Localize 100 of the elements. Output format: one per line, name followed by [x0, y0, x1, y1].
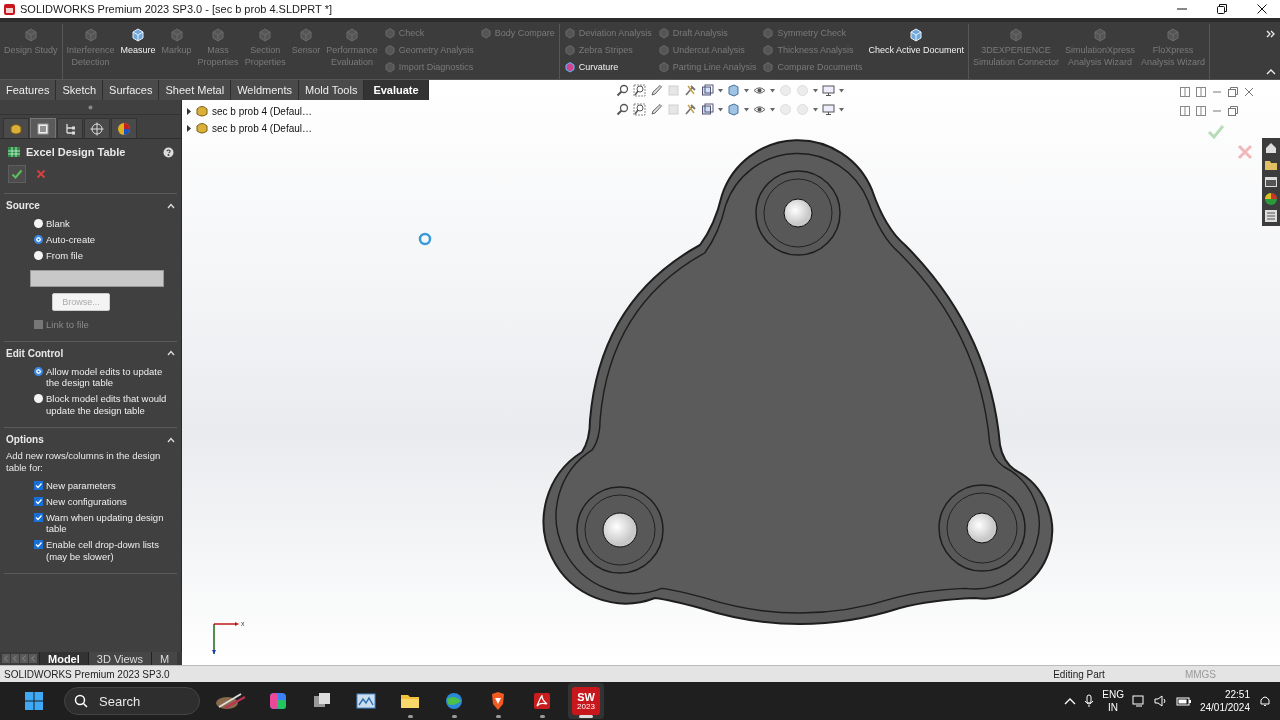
- ribbon-button[interactable]: Check Active Document: [865, 24, 967, 79]
- cube-icon: [762, 60, 775, 73]
- zoom-area-icon[interactable]: [633, 84, 646, 97]
- split-view-icon[interactable]: [1196, 87, 1206, 97]
- magnifier-icon[interactable]: [616, 103, 629, 116]
- box-icon[interactable]: [701, 103, 714, 116]
- view-tab[interactable]: 3D Views: [87, 652, 152, 665]
- dropdown-caret-icon[interactable]: [770, 107, 775, 112]
- view-tab[interactable]: Model: [39, 652, 88, 665]
- network-icon[interactable]: [1131, 694, 1146, 708]
- collapse-caret-icon[interactable]: [167, 350, 175, 356]
- check-icon[interactable]: [1207, 124, 1225, 140]
- command-tab[interactable]: Weldments: [231, 80, 299, 100]
- split-view-icon[interactable]: [1196, 106, 1206, 116]
- window-icon[interactable]: [1264, 175, 1278, 189]
- search-field[interactable]: Search: [64, 687, 200, 715]
- radio-button[interactable]: [34, 250, 43, 260]
- dropdown-caret-icon[interactable]: [839, 88, 844, 93]
- manager-tab[interactable]: [30, 118, 56, 138]
- zoom-area-icon[interactable]: [633, 103, 646, 116]
- clock-time[interactable]: 22:51: [1224, 688, 1250, 701]
- split-view-icon[interactable]: [1180, 106, 1190, 116]
- wrench-icon[interactable]: [684, 103, 697, 116]
- checkbox[interactable]: [34, 496, 43, 506]
- color-wheel-icon[interactable]: [1264, 192, 1278, 206]
- bell-icon[interactable]: [1258, 694, 1272, 708]
- tree-item[interactable]: sec b prob 4 (Defaul…: [212, 122, 313, 134]
- radio-label[interactable]: From file: [46, 249, 83, 262]
- folder-icon[interactable]: [1264, 158, 1278, 172]
- radio-label[interactable]: Blank: [46, 218, 70, 230]
- dropdown-caret-icon[interactable]: [770, 88, 775, 93]
- cube-icon[interactable]: [727, 84, 740, 97]
- clock-date[interactable]: 24/01/2024: [1199, 701, 1250, 714]
- close-icon[interactable]: [1244, 87, 1254, 97]
- list-icon[interactable]: [1264, 209, 1278, 223]
- command-tab[interactable]: Sheet Metal: [159, 80, 232, 100]
- manager-tab[interactable]: [57, 118, 83, 138]
- checkbox-label[interactable]: New parameters: [46, 479, 116, 492]
- command-tab[interactable]: Evaluate: [364, 80, 429, 100]
- taskbar-button[interactable]: SW 2023: [568, 683, 604, 719]
- tree-item[interactable]: sec b prob 4 (Defaul…: [212, 105, 313, 117]
- pencil-icon[interactable]: [650, 84, 663, 97]
- dropdown-caret-icon[interactable]: [744, 88, 749, 93]
- command-tab[interactable]: Surfaces: [103, 80, 160, 100]
- language-indicator[interactable]: ENG: [1102, 688, 1124, 701]
- wrench-icon[interactable]: [684, 84, 697, 97]
- dropdown-caret-icon[interactable]: [744, 107, 749, 112]
- expand-arrow-icon[interactable]: [186, 124, 192, 132]
- eye-icon[interactable]: [753, 84, 766, 97]
- manager-tab[interactable]: [84, 118, 110, 138]
- eye-icon[interactable]: [753, 103, 766, 116]
- house-icon[interactable]: [1264, 141, 1278, 155]
- checkbox-label[interactable]: Warn when updating design table: [46, 511, 177, 536]
- help-icon[interactable]: [163, 146, 174, 158]
- magnifier-icon[interactable]: [616, 84, 629, 97]
- monitor-icon[interactable]: [822, 84, 835, 97]
- checkbox[interactable]: [34, 480, 43, 490]
- manager-tab[interactable]: [3, 118, 29, 138]
- command-tab[interactable]: Sketch: [56, 80, 104, 100]
- dropdown-caret-icon[interactable]: [718, 107, 723, 112]
- dropdown-caret-icon[interactable]: [813, 88, 818, 93]
- radio-label[interactable]: Auto-create: [46, 233, 96, 246]
- radio-label[interactable]: Block model edits that would update the design table: [46, 393, 177, 417]
- split-view-icon[interactable]: [1180, 87, 1190, 97]
- microphone-icon[interactable]: [1084, 694, 1095, 708]
- manager-tab[interactable]: [111, 118, 137, 138]
- radio-button[interactable]: [34, 394, 43, 404]
- view-tab[interactable]: M: [151, 652, 178, 665]
- command-tab[interactable]: Features: [0, 80, 57, 100]
- box-icon[interactable]: [701, 84, 714, 97]
- cube-icon[interactable]: [727, 103, 740, 116]
- restore-icon[interactable]: [1228, 87, 1238, 97]
- dropdown-caret-icon[interactable]: [718, 88, 723, 93]
- ribbon-button[interactable]: Curvature: [561, 58, 654, 75]
- chevron-up-icon[interactable]: [1064, 697, 1077, 705]
- restore-icon[interactable]: [1228, 106, 1238, 116]
- dropdown-caret-icon[interactable]: [839, 107, 844, 112]
- more-chevron-icon[interactable]: [1266, 30, 1276, 38]
- monitor-icon[interactable]: [822, 103, 835, 116]
- radio-label[interactable]: Allow model edits to update the design table: [46, 365, 177, 390]
- pencil-icon[interactable]: [650, 103, 663, 116]
- checkbox-label[interactable]: Enable cell drop-down lists (may be slower): [46, 539, 177, 563]
- radio-button[interactable]: [34, 219, 43, 228]
- radio-button[interactable]: [34, 366, 43, 376]
- collapse-caret-icon[interactable]: [1266, 69, 1276, 75]
- collapse-caret-icon[interactable]: [167, 436, 175, 443]
- expand-arrow-icon[interactable]: [186, 107, 192, 115]
- checkbox-label[interactable]: New configurations: [46, 495, 127, 508]
- ribbon-button[interactable]: Measure: [117, 24, 159, 79]
- grip-icon[interactable]: [88, 104, 93, 110]
- collapse-caret-icon[interactable]: [167, 202, 175, 209]
- region-indicator[interactable]: IN: [1108, 701, 1119, 714]
- checkbox[interactable]: [34, 540, 43, 550]
- checkbox[interactable]: [34, 512, 43, 522]
- ok-button[interactable]: [8, 165, 26, 183]
- command-tab[interactable]: Mold Tools: [299, 80, 365, 100]
- battery-icon[interactable]: [1175, 694, 1192, 708]
- radio-button[interactable]: [34, 234, 43, 244]
- dropdown-caret-icon[interactable]: [813, 107, 818, 112]
- speaker-icon[interactable]: [1153, 694, 1168, 708]
